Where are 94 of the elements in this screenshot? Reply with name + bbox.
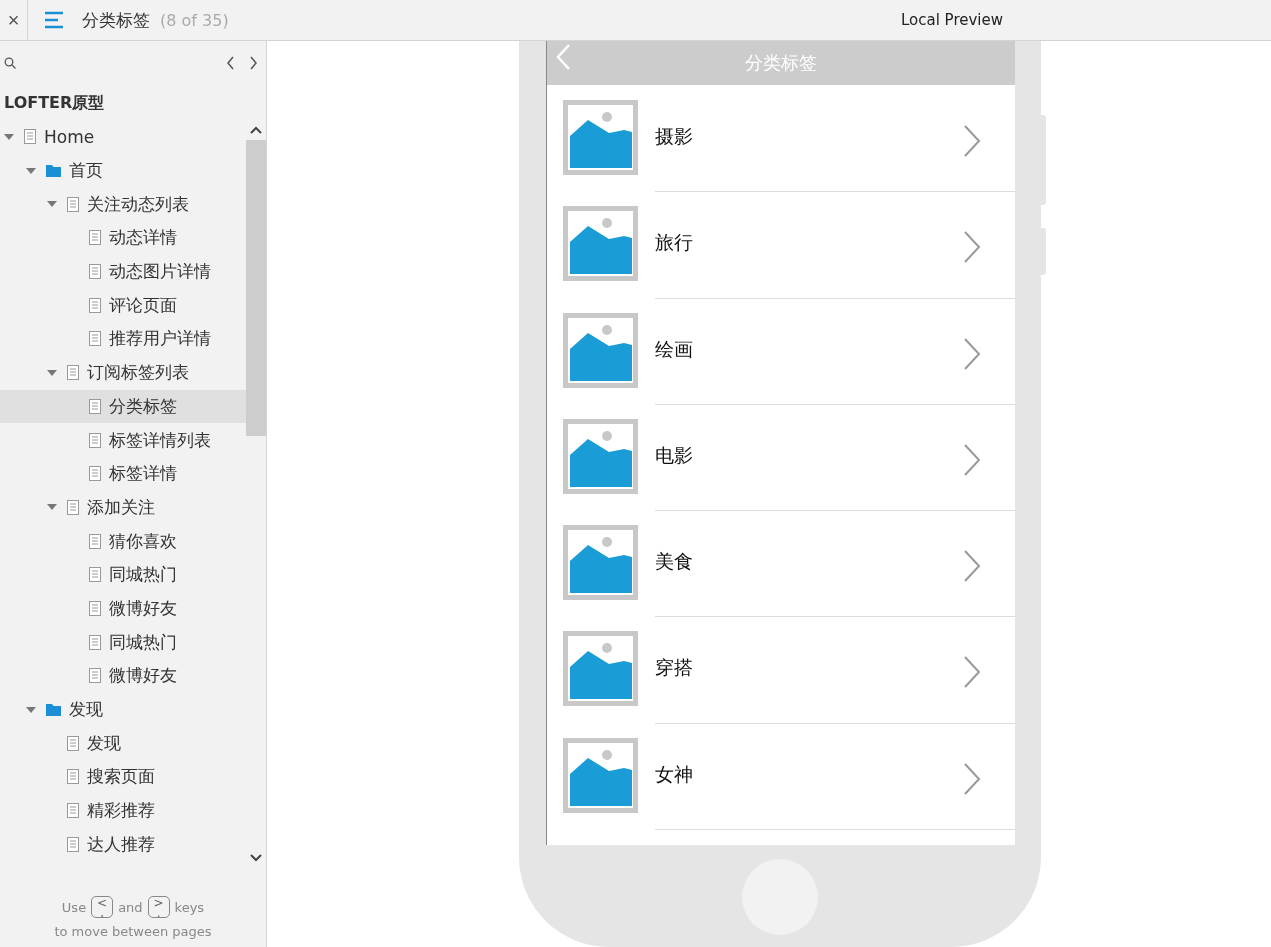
tree-item[interactable]: 关注动态列表 (0, 187, 246, 222)
category-row[interactable]: 穿搭 (546, 631, 1015, 738)
tree-item[interactable]: 搜索页面 (0, 760, 246, 794)
page-icon (67, 803, 79, 819)
next-icon[interactable] (249, 56, 258, 70)
category-label: 绘画 (654, 336, 693, 362)
page-icon (67, 836, 79, 852)
page-title: 分类标签 (82, 8, 150, 32)
category-label: 旅行 (654, 230, 693, 256)
category-label: 电影 (654, 442, 693, 468)
tree-item[interactable]: 微博好友 (0, 591, 246, 626)
category-label: 美食 (654, 549, 693, 575)
page-icon (88, 398, 101, 414)
search-icon[interactable] (4, 57, 16, 69)
page-icon (88, 264, 101, 280)
tree-item[interactable]: 同城热门 (0, 557, 246, 592)
key-cap: > . (147, 896, 170, 918)
caret-down-icon[interactable] (47, 503, 57, 512)
previous-icon[interactable] (226, 56, 235, 70)
page-icon (88, 634, 101, 650)
tree-item[interactable]: 同城热门 (0, 625, 246, 659)
tree-item[interactable]: 首页 (0, 153, 246, 188)
chevron-right-icon (962, 549, 981, 584)
category-label: 女神 (654, 761, 693, 787)
image-placeholder-icon (562, 312, 638, 388)
tree-item[interactable]: 微博好友 (0, 659, 246, 693)
folder-icon (45, 703, 61, 716)
tree-item[interactable]: 推荐用户详情 (0, 322, 246, 356)
tree-item[interactable]: 达人推荐 (0, 827, 246, 862)
tree-item[interactable]: 动态图片详情 (0, 254, 246, 289)
tree-item[interactable]: 分类标签 (0, 389, 246, 424)
page-icon (67, 499, 79, 515)
tree-item[interactable]: 订阅标签列表 (0, 355, 246, 390)
chevron-right-icon (962, 230, 981, 265)
tree-item[interactable]: 标签详情列表 (0, 423, 246, 457)
caret-down-icon[interactable] (4, 132, 14, 141)
hint-text: to move between pages (54, 924, 212, 939)
image-placeholder-icon (562, 206, 638, 282)
page-icon (88, 297, 101, 313)
chevron-right-icon (962, 336, 981, 371)
chevron-right-icon (962, 124, 981, 158)
hint-text: Use (61, 899, 87, 915)
image-placeholder-icon (562, 525, 638, 601)
caret-down-icon[interactable] (47, 200, 57, 209)
tree-item[interactable]: 发现 (0, 692, 246, 727)
page-icon (67, 735, 79, 751)
page-icon (88, 533, 101, 549)
caret-down-icon[interactable] (25, 705, 36, 714)
scroll-up-icon[interactable] (250, 126, 262, 134)
tree-item[interactable]: 精彩推荐 (0, 793, 246, 828)
category-label: 穿搭 (654, 655, 693, 681)
category-row[interactable]: 美食 (546, 525, 1015, 632)
category-row[interactable]: 女神 (546, 737, 1015, 845)
page-icon (88, 331, 101, 347)
image-placeholder-icon (562, 737, 638, 813)
tree-item[interactable]: 动态详情 (0, 221, 246, 255)
category-row[interactable]: 电影 (546, 418, 1015, 526)
page-icon (88, 230, 101, 246)
page-icon (88, 600, 101, 616)
key-cap: < , (91, 896, 114, 918)
page-icon (88, 567, 101, 583)
tree-item[interactable]: 评论页面 (0, 288, 246, 323)
scroll-down-icon[interactable] (250, 854, 262, 862)
hint-text: keys (174, 899, 205, 915)
chevron-right-icon (962, 442, 981, 477)
tree-item[interactable]: 猜你喜欢 (0, 524, 246, 558)
close-button[interactable]: × (0, 0, 28, 41)
project-title: LOFTER原型 (3, 92, 106, 114)
hint-text: and (118, 899, 143, 915)
page-icon (67, 365, 79, 381)
page-icon (88, 668, 101, 684)
image-placeholder-icon (562, 418, 638, 494)
category-row[interactable]: 旅行 (546, 206, 1015, 313)
category-label: 摄影 (654, 124, 693, 149)
page-icon (67, 196, 79, 212)
image-placeholder-icon (562, 100, 638, 175)
tree-item[interactable]: 发现 (0, 726, 246, 761)
preview-label: Local Preview (900, 11, 1003, 29)
page-count: (8 of 35) (160, 10, 229, 30)
chevron-right-icon (962, 761, 981, 796)
page-icon (88, 432, 101, 448)
tree-item[interactable]: 标签详情 (0, 456, 246, 491)
tree-item[interactable]: 添加关注 (0, 490, 246, 525)
category-row[interactable]: 摄影 (546, 100, 1015, 207)
caret-down-icon[interactable] (25, 166, 36, 175)
category-row[interactable]: 绘画 (546, 312, 1015, 419)
page-icon (24, 129, 36, 145)
folder-icon (45, 164, 61, 177)
page-icon (88, 466, 101, 482)
page-icon (67, 769, 79, 785)
image-placeholder-icon (562, 631, 638, 707)
chevron-right-icon (962, 655, 981, 690)
caret-down-icon[interactable] (47, 368, 57, 377)
tree-item[interactable]: Home (0, 120, 246, 154)
